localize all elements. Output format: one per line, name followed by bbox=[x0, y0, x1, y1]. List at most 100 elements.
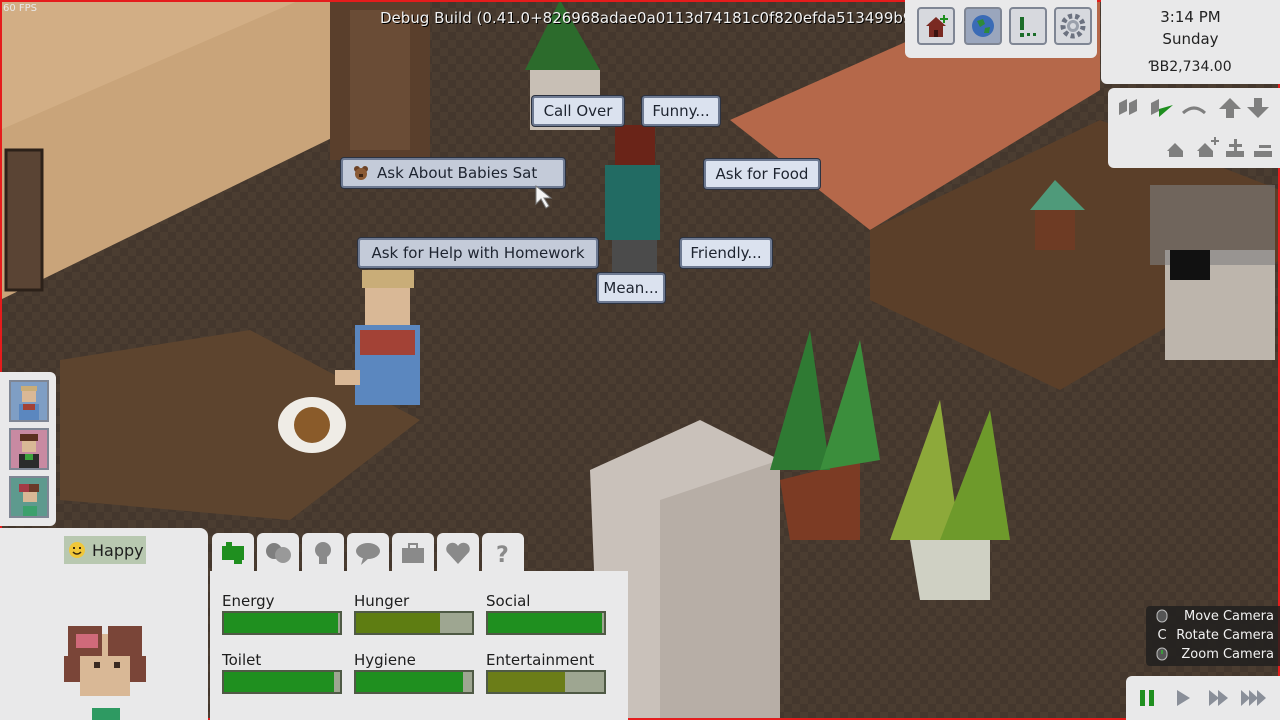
personality-tab-icon bbox=[266, 543, 291, 563]
camera-help-move: Move Camera bbox=[1183, 609, 1274, 624]
tab-help[interactable]: ? bbox=[482, 533, 524, 573]
world-button[interactable] bbox=[964, 7, 1002, 45]
ask-about-babies-label: Ask About Babies Sat bbox=[377, 164, 538, 182]
tab-skills[interactable] bbox=[302, 533, 344, 573]
key-c-label: C bbox=[1157, 628, 1167, 643]
mouse-icon bbox=[1154, 609, 1170, 627]
ask-for-food-button[interactable]: Ask for Food bbox=[704, 159, 820, 189]
relationships-tab-icon bbox=[356, 543, 380, 565]
arrow-up-icon bbox=[1219, 98, 1241, 118]
walls-flat-button[interactable] bbox=[1180, 94, 1208, 122]
notifications-button[interactable] bbox=[1009, 7, 1047, 45]
clock-day: Sunday bbox=[1162, 30, 1219, 48]
pause-icon bbox=[1140, 690, 1154, 706]
camera-help-zoom: Zoom Camera bbox=[1181, 647, 1274, 662]
roof-view-button[interactable] bbox=[1164, 134, 1192, 162]
floor-up-button[interactable] bbox=[1216, 94, 1244, 122]
fast-forward-icon bbox=[1209, 690, 1228, 706]
debug-build-label: Debug Build (0.41.0+826968adae0a0113d741… bbox=[380, 9, 919, 27]
career-tab-icon bbox=[402, 543, 424, 563]
ask-help-homework-button[interactable]: Ask for Help with Homework bbox=[358, 238, 598, 268]
roof-add-button[interactable] bbox=[1194, 134, 1222, 162]
walls-down-icon bbox=[1119, 99, 1137, 115]
need-hygiene-label: Hygiene bbox=[354, 651, 416, 669]
tab-relationships[interactable] bbox=[347, 533, 389, 573]
tab-career[interactable] bbox=[392, 533, 434, 573]
game-speed-controls bbox=[1126, 676, 1280, 720]
walls-down-button[interactable] bbox=[1116, 94, 1144, 122]
call-over-button[interactable]: Call Over bbox=[532, 96, 624, 126]
pause-button[interactable] bbox=[1132, 684, 1162, 712]
sim-portrait-3[interactable] bbox=[9, 476, 49, 518]
sim-avatar-icon bbox=[19, 434, 39, 468]
sim-portrait-1[interactable] bbox=[9, 380, 49, 422]
notifications-icon bbox=[1020, 17, 1036, 37]
play-icon bbox=[1177, 690, 1190, 706]
clock-time: 3:14 PM bbox=[1160, 8, 1221, 26]
camera-help-row: Zoom Camera bbox=[1146, 646, 1280, 665]
household-portraits bbox=[0, 372, 56, 526]
arrow-down-icon bbox=[1247, 98, 1269, 118]
selected-sim-portrait bbox=[64, 626, 146, 720]
camera-help-row: Move Camera bbox=[1146, 608, 1280, 627]
mouse-cursor-icon bbox=[535, 184, 553, 209]
needs-tab-icon bbox=[222, 542, 244, 564]
walls-cutaway-button[interactable] bbox=[1148, 94, 1176, 122]
sim-portrait-2[interactable] bbox=[9, 428, 49, 470]
ultra-speed-button[interactable] bbox=[1240, 684, 1270, 712]
camera-floor-controls bbox=[1108, 88, 1280, 168]
build-house-icon bbox=[926, 15, 948, 37]
fps-counter: 60 FPS bbox=[3, 3, 38, 14]
scroll-wheel-icon bbox=[1154, 647, 1170, 665]
ask-about-babies-button[interactable]: Ask About Babies Sat bbox=[341, 158, 565, 188]
roof-icon bbox=[1167, 143, 1183, 157]
terrain-down-button[interactable] bbox=[1250, 134, 1278, 162]
terrain-up-button[interactable] bbox=[1222, 134, 1250, 162]
need-social-bar bbox=[486, 611, 606, 635]
funny-button[interactable]: Funny... bbox=[642, 96, 720, 126]
need-toilet-bar bbox=[222, 670, 342, 694]
sim-avatar-icon bbox=[19, 484, 39, 516]
build-house-button[interactable] bbox=[917, 7, 955, 45]
svg-text:?: ? bbox=[496, 543, 509, 568]
skills-tab-icon bbox=[315, 542, 331, 564]
happy-face-icon bbox=[68, 541, 86, 559]
help-tab-icon: ? bbox=[496, 543, 509, 568]
need-entertainment-bar bbox=[486, 670, 606, 694]
world-icon bbox=[972, 15, 994, 37]
walls-cutaway-icon bbox=[1151, 99, 1173, 117]
settings-gear-icon bbox=[1060, 13, 1086, 39]
tab-personality[interactable] bbox=[257, 533, 299, 573]
fast-forward-button[interactable] bbox=[1204, 684, 1234, 712]
camera-help-rotate: Rotate Camera bbox=[1176, 628, 1274, 643]
floor-down-button[interactable] bbox=[1244, 94, 1272, 122]
need-hygiene-bar bbox=[354, 670, 474, 694]
settings-button[interactable] bbox=[1054, 7, 1092, 45]
mood-label: Happy bbox=[92, 540, 144, 560]
money-display: ƁB2,734.00 bbox=[1149, 59, 1232, 75]
clock-panel: 3:14 PM Sunday ƁB2,734.00 bbox=[1101, 0, 1280, 84]
need-social-label: Social bbox=[486, 592, 531, 610]
need-entertainment-label: Entertainment bbox=[486, 651, 595, 669]
friendly-button[interactable]: Friendly... bbox=[680, 238, 772, 268]
need-hunger-bar bbox=[354, 611, 474, 635]
tab-favorites[interactable] bbox=[437, 533, 479, 573]
need-hunger-label: Hunger bbox=[354, 592, 410, 610]
teddy-bear-icon bbox=[353, 165, 369, 181]
favorites-tab-icon bbox=[446, 542, 470, 564]
ultra-speed-icon bbox=[1241, 690, 1266, 706]
mean-button[interactable]: Mean... bbox=[597, 273, 665, 303]
terrain-down-icon bbox=[1254, 145, 1272, 157]
sim-avatar-icon bbox=[19, 386, 39, 420]
play-button[interactable] bbox=[1168, 684, 1198, 712]
mood-badge: Happy bbox=[64, 536, 146, 564]
walls-flat-icon bbox=[1181, 106, 1207, 115]
roof-add-icon bbox=[1197, 137, 1219, 157]
need-toilet-label: Toilet bbox=[222, 651, 262, 669]
camera-controls-help: Move Camera C Rotate Camera Zoom Camera bbox=[1146, 606, 1280, 666]
need-energy-bar bbox=[222, 611, 342, 635]
tab-needs[interactable] bbox=[212, 533, 254, 573]
need-energy-label: Energy bbox=[222, 592, 275, 610]
terrain-up-icon bbox=[1226, 139, 1244, 157]
mode-toolbar bbox=[905, 0, 1097, 58]
